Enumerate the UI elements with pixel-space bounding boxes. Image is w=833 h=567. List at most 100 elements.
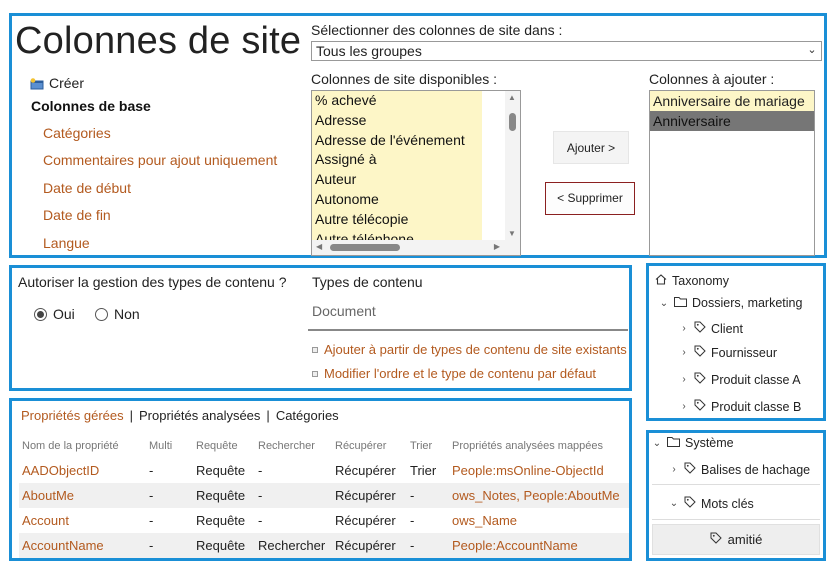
scroll-down-icon[interactable]: ▼ (508, 229, 516, 238)
tree-node-group[interactable]: ⌄ Dossiers, marketing (659, 296, 803, 310)
tree-term-client[interactable]: › Client (679, 321, 743, 336)
tree-root-label: Système (685, 436, 734, 450)
list-item[interactable]: Adresse de l'événement (312, 131, 482, 151)
add-button[interactable]: Ajouter > (553, 131, 629, 164)
tab-separator: | (129, 408, 134, 423)
tab-crawled-properties[interactable]: Propriétés analysées (139, 408, 260, 423)
term-button-label: amitié (727, 532, 763, 547)
tab-managed-properties[interactable]: Propriétés gérées (21, 408, 124, 423)
property-name-link[interactable]: AADObjectID (19, 458, 149, 483)
property-name-link[interactable]: Account (19, 508, 149, 533)
cell-retrieve: Récupérer (335, 463, 396, 478)
mapped-property-link[interactable]: ows_Notes, People:AboutMe (452, 483, 629, 508)
radio-yes[interactable]: Oui (34, 306, 75, 322)
group-select[interactable]: Tous les groupes ⌄ (311, 41, 822, 61)
radio-unchecked-icon[interactable] (95, 307, 108, 321)
mapped-property-link[interactable]: ows_Name (452, 508, 629, 533)
tree-node-hashtags[interactable]: › Balises de hachage (669, 462, 810, 477)
content-type-question: Autoriser la gestion des types de conten… (18, 274, 287, 290)
tab-categories[interactable]: Catégories (276, 408, 339, 423)
tag-icon (694, 372, 706, 387)
system-tree-panel: ⌄ Système › Balises de hachage ⌄ Mots cl… (646, 430, 826, 561)
property-name-link[interactable]: AccountName (19, 533, 149, 558)
chevron-right-icon[interactable]: › (679, 347, 689, 358)
create-link[interactable]: Créer (30, 75, 84, 91)
tree-root-label: Taxonomy (672, 274, 729, 288)
list-item[interactable]: Adresse (312, 111, 482, 131)
vertical-scrollbar[interactable]: ▲ ▼ (505, 91, 520, 240)
list-item[interactable]: Autre téléphone (312, 230, 482, 240)
remove-button[interactable]: < Supprimer (545, 182, 635, 215)
cell-sort: - (410, 513, 415, 528)
tree-term-product-a[interactable]: › Produit classe A (679, 372, 801, 387)
list-item[interactable]: Autre télécopie (312, 210, 482, 230)
create-label: Créer (49, 75, 85, 91)
nav-link-start-date[interactable]: Date de début (43, 180, 131, 196)
radio-no-label: Non (114, 306, 140, 322)
home-icon (655, 274, 667, 288)
scroll-left-icon[interactable]: ◀ (316, 242, 322, 251)
columns-to-add-label: Colonnes à ajouter : (649, 71, 775, 87)
new-column-icon (30, 77, 45, 90)
site-columns-panel: Colonnes de site Créer Colonnes de base … (9, 13, 827, 258)
cell-sort: Trier (410, 463, 437, 478)
tree-node-keywords[interactable]: ⌄ Mots clés (669, 496, 754, 511)
list-item[interactable]: Assigné à (312, 150, 482, 170)
radio-no[interactable]: Non (95, 306, 140, 322)
scroll-right-icon[interactable]: ▶ (494, 242, 500, 251)
term-button[interactable]: amitié (652, 524, 820, 555)
content-type-document[interactable]: Document (308, 294, 628, 331)
list-item[interactable]: Autonome (312, 190, 482, 210)
nav-link-comments[interactable]: Commentaires pour ajout uniquement (43, 152, 277, 168)
tree-root-taxonomy[interactable]: Taxonomy (655, 274, 729, 288)
nav-link-language[interactable]: Langue (43, 235, 90, 251)
chevron-down-icon[interactable]: ⌄ (669, 498, 679, 509)
nav-link-categories[interactable]: Catégories (43, 125, 111, 141)
properties-tabs: Propriétés gérées | Propriétés analysées… (21, 408, 339, 423)
horizontal-scrollbar[interactable]: ◀ ▶ (312, 240, 520, 255)
scroll-up-icon[interactable]: ▲ (508, 93, 516, 102)
radio-checked-icon[interactable] (34, 307, 47, 321)
list-item[interactable]: Anniversaire de mariage (650, 91, 814, 111)
list-item[interactable]: Auteur (312, 170, 482, 190)
chevron-right-icon[interactable]: › (679, 374, 689, 385)
column-header: Nom de la propriété (22, 439, 119, 452)
tag-icon (694, 345, 706, 360)
list-item-selected[interactable]: Anniversaire (650, 111, 814, 131)
property-name-link[interactable]: AboutMe (19, 483, 149, 508)
column-header: Récupérer (335, 439, 387, 452)
tree-term-supplier[interactable]: › Fournisseur (679, 345, 777, 360)
folder-icon (667, 436, 680, 450)
mapped-property-link[interactable]: People:AccountName (452, 533, 629, 558)
tag-icon (684, 462, 696, 477)
chevron-right-icon[interactable]: › (679, 323, 689, 334)
reorder-content-type-label: Modifier l'ordre et le type de contenu p… (324, 366, 597, 381)
cell-search: Rechercher (258, 533, 335, 558)
chevron-right-icon[interactable]: › (669, 464, 679, 475)
table-row: AboutMe - Requête - Récupérer - ows_Note… (19, 483, 629, 508)
tree-term-label: Client (711, 321, 743, 336)
add-content-type-link[interactable]: Ajouter à partir de types de contenu de … (312, 342, 627, 357)
available-columns-list[interactable]: % achevé Adresse Adresse de l'événement … (311, 90, 521, 256)
divider (652, 484, 820, 485)
page-title: Colonnes de site (15, 20, 302, 62)
managed-properties-panel: Propriétés gérées | Propriétés analysées… (9, 398, 632, 561)
cell-retrieve: Récupérer (335, 483, 410, 508)
chevron-right-icon[interactable]: › (679, 401, 689, 412)
cell-sort: - (410, 483, 452, 508)
cell-retrieve: Récupérer (335, 533, 410, 558)
nav-link-end-date[interactable]: Date de fin (43, 207, 111, 223)
tree-root-system[interactable]: ⌄ Système (652, 436, 734, 450)
scroll-thumb[interactable] (509, 113, 516, 131)
reorder-content-type-link[interactable]: Modifier l'ordre et le type de contenu p… (312, 366, 596, 381)
table-row: Account - Requête - Récupérer - ows_Name (19, 508, 629, 533)
columns-to-add-list[interactable]: Anniversaire de mariage Anniversaire (649, 90, 815, 256)
mapped-property-link[interactable]: People:msOnline-ObjectId (452, 458, 629, 483)
chevron-down-icon[interactable]: ⌄ (659, 298, 669, 309)
chevron-down-icon[interactable]: ⌄ (652, 438, 662, 449)
list-item[interactable]: % achevé (312, 91, 482, 111)
cell-multi: - (149, 463, 154, 478)
add-content-type-label: Ajouter à partir de types de contenu de … (324, 342, 627, 357)
tree-term-product-b[interactable]: › Produit classe B (679, 399, 801, 414)
scroll-thumb[interactable] (330, 244, 400, 251)
